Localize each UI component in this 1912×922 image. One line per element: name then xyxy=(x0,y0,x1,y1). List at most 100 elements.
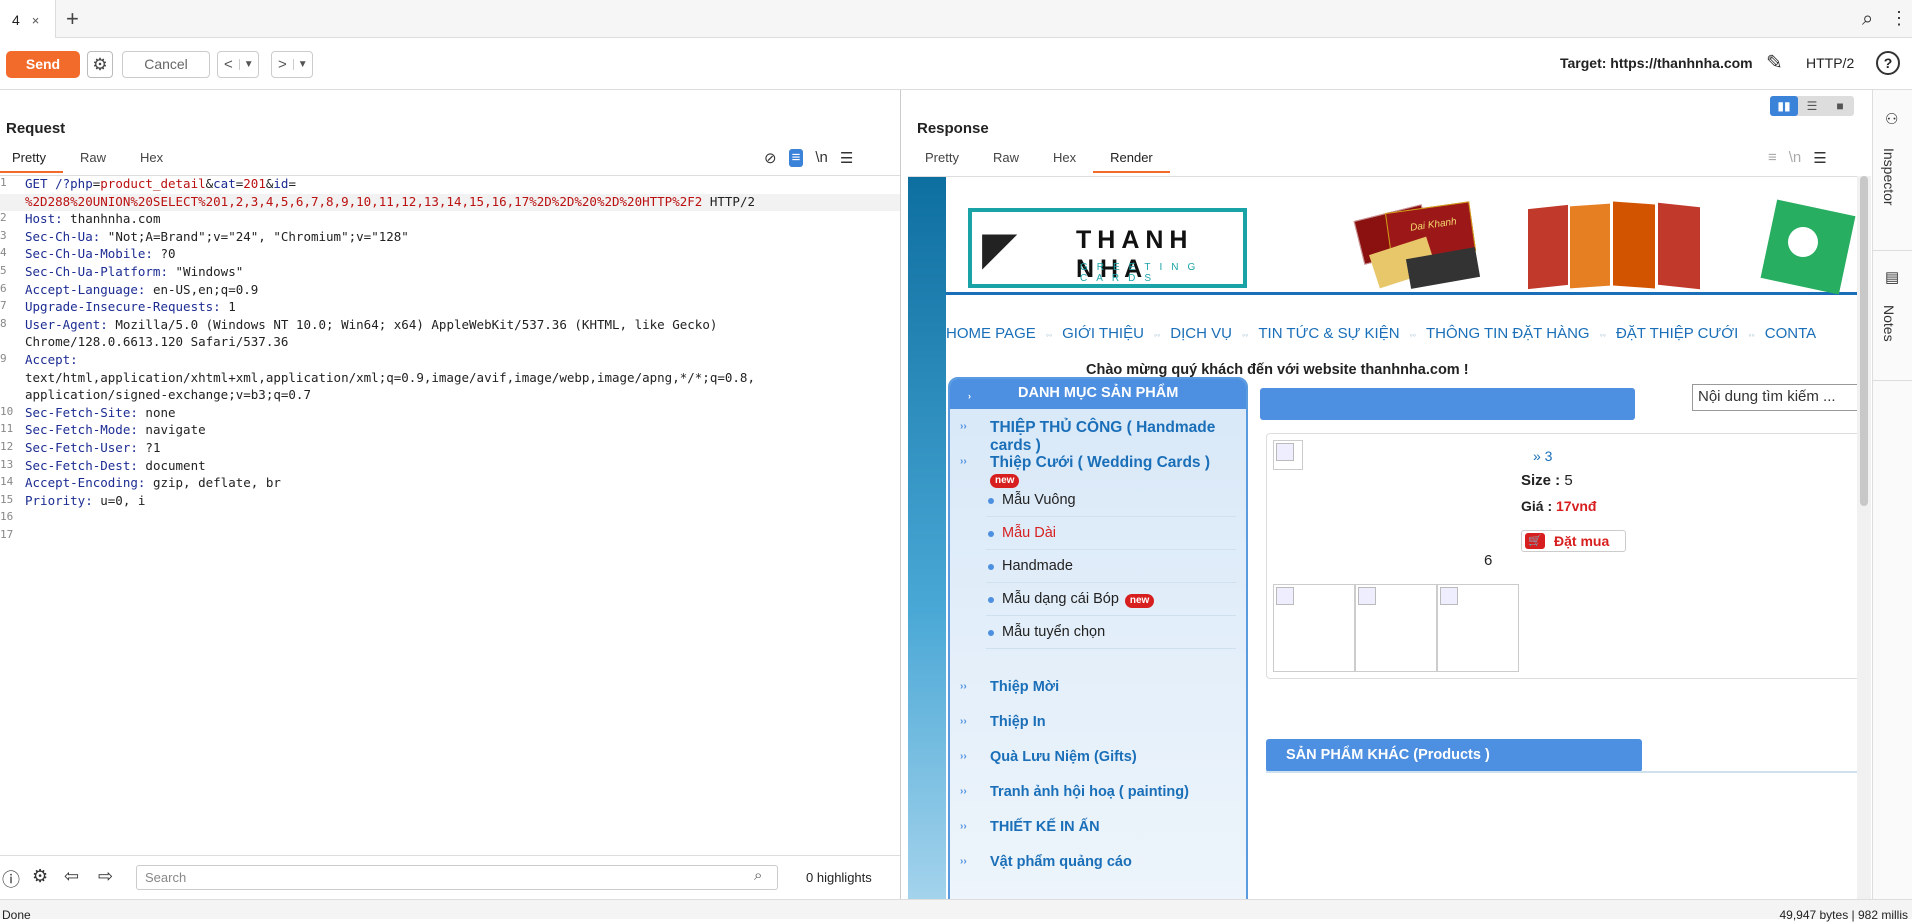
tab-raw[interactable]: Raw xyxy=(976,150,1036,173)
chevron-down-icon[interactable]: ▼ xyxy=(238,59,258,70)
code-line[interactable]: 5 Sec-Ch-Ua-Platform: "Windows" xyxy=(0,264,900,282)
menu-icon[interactable]: ☰ xyxy=(1813,149,1826,167)
nav-link[interactable]: GIỚI THIỆU xyxy=(1062,325,1144,342)
notes-tab[interactable]: Notes xyxy=(1881,305,1897,342)
next-match-icon[interactable]: ⇨ xyxy=(98,866,113,887)
request-editor[interactable]: 1 GET /?php=product_detail&cat=201&id= %2D… xyxy=(0,175,900,845)
code-line[interactable]: Chrome/128.0.6613.120 Safari/537.36 xyxy=(0,334,900,352)
code-line[interactable]: 2 Host: thanhnha.com xyxy=(0,211,900,229)
tab-hex[interactable]: Hex xyxy=(1036,150,1093,173)
horizontal-view-icon[interactable]: ☰ xyxy=(1798,96,1826,116)
tab-pretty[interactable]: Pretty xyxy=(0,150,63,173)
code-line[interactable]: 15 Priority: u=0, i xyxy=(0,493,900,511)
code-line[interactable]: 7 Upgrade-Insecure-Requests: 1 xyxy=(0,299,900,317)
wrap-lines-icon[interactable]: ≡ xyxy=(788,149,804,167)
header-greencard-image xyxy=(1760,197,1861,297)
tab-render[interactable]: Render xyxy=(1093,150,1170,173)
order-button[interactable]: 🛒 Đặt mua xyxy=(1521,530,1626,552)
search-icon[interactable]: ⌕ xyxy=(1862,8,1873,31)
code-line[interactable]: 11 Sec-Fetch-Mode: navigate xyxy=(0,422,900,440)
help-icon[interactable]: ? xyxy=(1876,51,1900,75)
site-logo[interactable]: ◤ THANH NHA GREETING CARDS xyxy=(968,208,1247,288)
code-token: ?0 xyxy=(152,246,176,262)
newline-toggle[interactable]: \n xyxy=(1789,149,1802,167)
target-label: Target: https://thanhnha.com xyxy=(1560,55,1753,71)
double-chevron-icon: ›› xyxy=(960,821,967,832)
code-line[interactable]: 14 Accept-Encoding: gzip, deflate, br xyxy=(0,475,900,493)
nav-link[interactable]: TIN TỨC & SỰ KIỆN xyxy=(1258,325,1399,342)
menu-icon[interactable]: ☰ xyxy=(840,149,853,167)
code-line[interactable]: 12 Sec-Fetch-User: ?1 xyxy=(0,440,900,458)
product-thumbnail[interactable] xyxy=(1437,584,1519,672)
subcategory-item[interactable]: Mẫu Vuông xyxy=(986,485,1236,517)
code-line[interactable]: 6 Accept-Language: en-US,en;q=0.9 xyxy=(0,282,900,300)
settings-gear-icon[interactable]: ⚙ xyxy=(87,51,113,78)
subcategory-item[interactable]: Handmade xyxy=(986,551,1236,583)
chevron-down-icon[interactable]: ▼ xyxy=(292,59,312,70)
order-label: Đặt mua xyxy=(1554,533,1610,549)
code-line[interactable]: 1 GET /?php=product_detail&cat=201&id= xyxy=(0,176,900,194)
code-line[interactable]: 9 Accept: xyxy=(0,352,900,370)
code-line[interactable]: application/signed-exchange;v=b3;q=0.7 xyxy=(0,387,900,405)
previous-match-icon[interactable]: ⇦ xyxy=(64,866,79,887)
header-name: Host: xyxy=(25,211,63,227)
tab-hex[interactable]: Hex xyxy=(123,150,180,173)
code-line[interactable]: %2D288%20UNION%20SELECT%201,2,3,4,5,6,7,… xyxy=(0,193,900,212)
help-icon[interactable]: ⓘ xyxy=(2,866,20,892)
nav-link[interactable]: CONTA xyxy=(1765,325,1816,342)
subcategory-item[interactable]: Mẫu tuyển chọn xyxy=(986,617,1236,649)
single-view-icon[interactable]: ■ xyxy=(1826,96,1854,116)
divider xyxy=(1873,380,1912,381)
nav-separator-icon: ◦◦ xyxy=(1409,330,1416,340)
code-line[interactable]: text/html,application/xhtml+xml,applicat… xyxy=(0,370,900,388)
subcategory-item[interactable]: Mẫu dạng cái Bóp new xyxy=(986,584,1236,616)
notes-icon[interactable]: ▤ xyxy=(1885,268,1899,286)
nav-link[interactable]: ĐẶT THIỆP CƯỚI xyxy=(1616,325,1738,342)
inspector-tab[interactable]: Inspector xyxy=(1881,148,1897,206)
code-line[interactable]: 10 Sec-Fetch-Site: none xyxy=(0,405,900,423)
nav-link[interactable]: THÔNG TIN ĐẶT HÀNG xyxy=(1426,325,1590,342)
code-token: en-US,en;q=0.9 xyxy=(145,281,259,297)
request-tab[interactable]: 4 × xyxy=(0,0,56,38)
nav-link[interactable]: HOME PAGE xyxy=(946,325,1036,342)
search-input[interactable]: Search xyxy=(136,865,778,890)
line-content: Sec-Ch-Ua: "Not;A=Brand";v="24", "Chromi… xyxy=(25,229,409,244)
history-back-button[interactable]: < ▼ xyxy=(217,51,259,78)
code-line[interactable]: 3 Sec-Ch-Ua: "Not;A=Brand";v="24", "Chrom… xyxy=(0,229,900,247)
logo-eye-icon: ◤ xyxy=(982,222,1018,274)
newline-toggle[interactable]: \n xyxy=(815,149,828,167)
product-thumbnail[interactable] xyxy=(1355,584,1437,672)
tab-pretty[interactable]: Pretty xyxy=(908,150,976,173)
code-token: document xyxy=(137,457,206,473)
nav-link[interactable]: DỊCH VỤ xyxy=(1170,325,1232,342)
header-name: Sec-Ch-Ua-Platform: xyxy=(25,263,168,279)
hide-eye-icon[interactable]: ⊘ xyxy=(764,149,777,167)
more-options-icon[interactable]: ⋮ xyxy=(1890,8,1908,29)
code-line[interactable]: 8 User-Agent: Mozilla/5.0 (Windows NT 10.… xyxy=(0,317,900,335)
wrap-lines-icon[interactable]: ≡ xyxy=(1768,149,1777,167)
inspector-icon[interactable]: ⚇ xyxy=(1885,110,1898,128)
product-image-broken[interactable] xyxy=(1273,440,1303,470)
send-button[interactable]: Send xyxy=(6,51,80,78)
edit-target-pencil-icon[interactable]: ✎ xyxy=(1766,50,1783,75)
new-tab-button[interactable]: + xyxy=(66,6,79,32)
code-line[interactable]: 13 Sec-Fetch-Dest: document xyxy=(0,458,900,476)
cancel-button[interactable]: Cancel xyxy=(122,51,210,78)
double-chevron-icon: ›› xyxy=(960,681,967,692)
code-line[interactable]: 17 xyxy=(0,528,900,546)
split-view-icon[interactable]: ▮▮ xyxy=(1770,96,1798,116)
site-search-input[interactable]: Nội dung tìm kiếm ... xyxy=(1692,384,1861,411)
subcategory-item[interactable]: Mẫu Dài xyxy=(986,518,1236,550)
code-token: Chrome/128.0.6613.120 Safari/537.36 xyxy=(25,334,289,350)
product-thumbnail[interactable] xyxy=(1273,584,1355,672)
protocol-label[interactable]: HTTP/2 xyxy=(1806,55,1854,71)
code-line[interactable]: 16 xyxy=(0,510,900,528)
tab-raw[interactable]: Raw xyxy=(63,150,123,173)
history-forward-button[interactable]: > ▼ xyxy=(271,51,313,78)
response-scrollbar[interactable] xyxy=(1857,176,1871,899)
subcategory-label: Mẫu dạng cái Bóp xyxy=(1002,591,1119,607)
scrollbar-thumb[interactable] xyxy=(1860,176,1868,506)
code-line[interactable]: 4 Sec-Ch-Ua-Mobile: ?0 xyxy=(0,246,900,264)
close-icon[interactable]: × xyxy=(32,13,40,28)
settings-gear-icon[interactable]: ⚙ xyxy=(32,866,48,887)
